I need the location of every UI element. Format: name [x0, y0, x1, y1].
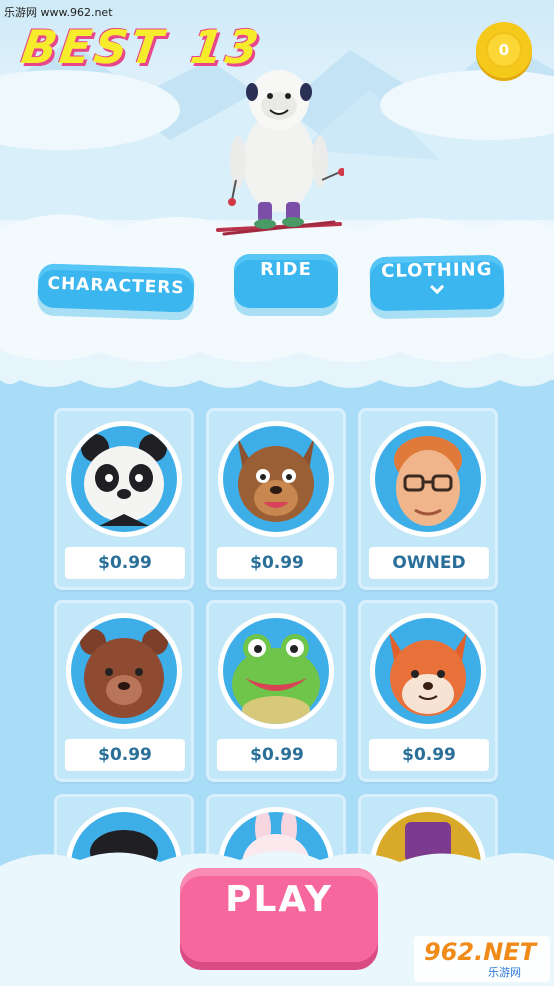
watermark-logo: 962.NET 乐游网 [414, 936, 550, 982]
best-label: BEST [18, 20, 169, 74]
character-card-werewolf[interactable]: $0.99 [206, 408, 346, 590]
price-label: $0.99 [369, 739, 489, 771]
character-card-frog[interactable]: $0.99 [206, 600, 346, 782]
play-label: PLAY [225, 879, 333, 920]
character-card-fox[interactable]: $0.99 [358, 600, 498, 782]
character-card-red-haired-man[interactable]: OWNED [358, 408, 498, 590]
bear-portrait [66, 613, 182, 729]
character-card-bear[interactable]: $0.99 [54, 600, 194, 782]
ride-label: RIDE [260, 259, 312, 280]
characters-label: CHARACTERS [47, 273, 185, 299]
coin-counter[interactable]: 0 [476, 22, 532, 78]
werewolf-portrait [218, 421, 334, 537]
price-label: $0.99 [217, 739, 337, 771]
frog-portrait [218, 613, 334, 729]
play-button[interactable]: PLAY [180, 868, 378, 962]
fox-portrait [370, 613, 486, 729]
price-label: $0.99 [65, 547, 185, 579]
coin-count: 0 [498, 41, 510, 59]
best-score: BEST 13 [18, 20, 265, 74]
red-haired-man-portrait [370, 421, 486, 537]
owned-label: OWNED [369, 547, 489, 579]
best-score-value: 13 [187, 20, 265, 74]
snow-edge [0, 368, 554, 388]
status-bar: 乐游网 www.962.net [0, 0, 554, 22]
character-card-panda[interactable]: $0.99 [54, 408, 194, 590]
characters-tab[interactable]: CHARACTERS [37, 263, 195, 313]
yeti-character [216, 70, 344, 236]
clothing-tab[interactable]: CLOTHING [369, 254, 505, 312]
watermark-text: 962.NET [424, 938, 537, 966]
watermark-subtext: 乐游网 [488, 966, 521, 979]
site-label: 乐游网 www.962.net [4, 6, 113, 19]
price-label: $0.99 [217, 547, 337, 579]
panda-portrait [66, 421, 182, 537]
ride-tab[interactable]: RIDE [234, 254, 338, 308]
price-label: $0.99 [65, 739, 185, 771]
